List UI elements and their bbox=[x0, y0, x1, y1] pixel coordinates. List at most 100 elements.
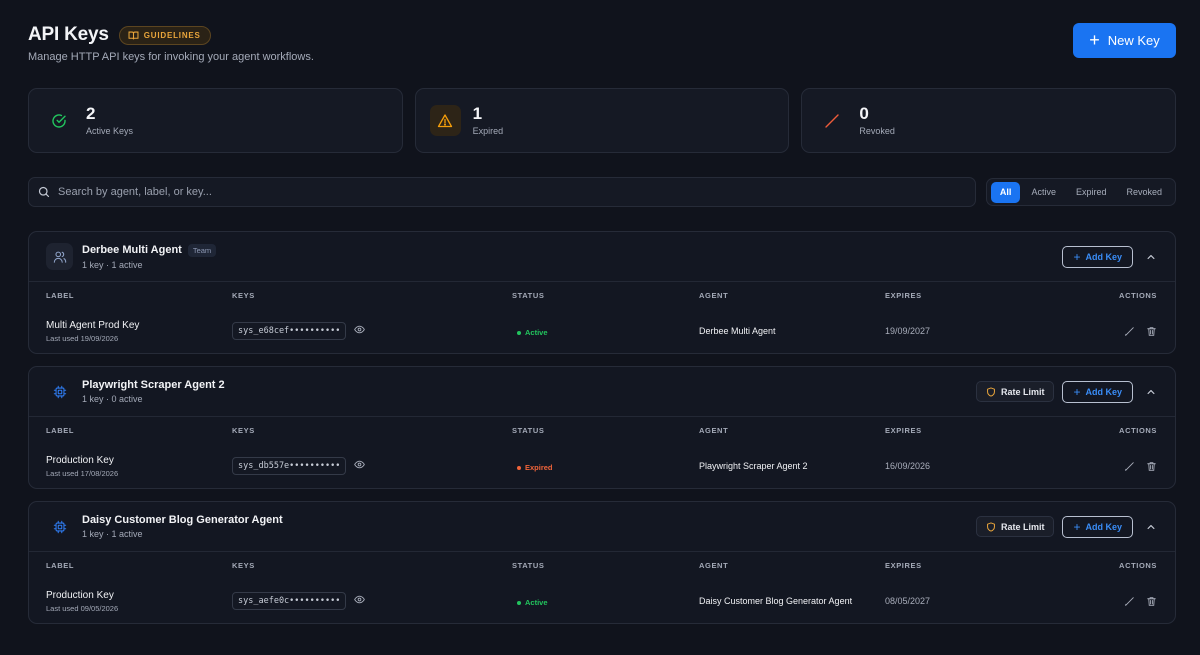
rate-limit-label: Rate Limit bbox=[1000, 521, 1045, 532]
new-key-button[interactable]: + New Key bbox=[1073, 23, 1176, 58]
agent-name-row: Playwright Scraper Agent 2 bbox=[82, 379, 976, 391]
edit-icon[interactable] bbox=[1124, 596, 1135, 607]
agent-name: Playwright Scraper Agent 2 bbox=[82, 379, 225, 391]
cpu-icon bbox=[46, 378, 73, 405]
stat-card-active: 2 Active Keys bbox=[28, 88, 403, 153]
slash-icon bbox=[816, 105, 847, 136]
status-badge: Active bbox=[517, 328, 699, 337]
stat-value: 0 bbox=[859, 103, 869, 123]
label-cell: Production Key Last used 09/05/2026 bbox=[46, 590, 232, 613]
filter-expired[interactable]: Expired bbox=[1067, 182, 1116, 203]
rate-limit-button[interactable]: Rate Limit bbox=[975, 516, 1055, 537]
stat-value: 1 bbox=[472, 103, 483, 123]
add-key-button[interactable]: + Add Key bbox=[1062, 380, 1133, 403]
col-status: STATUS bbox=[512, 426, 545, 435]
column-headers: LABEL KEYS STATUS AGENT EXPIRES ACTIONS bbox=[29, 417, 1175, 444]
agent-cell: Playwright Scraper Agent 2 bbox=[699, 461, 808, 471]
agent-cell: Derbee Multi Agent bbox=[699, 326, 776, 336]
new-key-label: New Key bbox=[1107, 33, 1160, 48]
chevron-up-icon[interactable] bbox=[1143, 384, 1159, 400]
table-row: Production Key Last used 09/05/2026 sys_… bbox=[29, 579, 1175, 623]
agent-groups: Derbee Multi Agent Team 1 key · 1 active… bbox=[28, 231, 1176, 624]
status-dot bbox=[517, 330, 521, 335]
add-key-button[interactable]: + Add Key bbox=[1062, 245, 1133, 268]
masked-key[interactable]: sys_db557e•••••••••• bbox=[232, 457, 347, 475]
masked-key[interactable]: sys_e68cef•••••••••• bbox=[232, 322, 347, 340]
actions-cell bbox=[1097, 461, 1157, 472]
status-badge: Active bbox=[517, 598, 699, 607]
rate-limit-label: Rate Limit bbox=[1000, 386, 1045, 397]
last-used: Last used 09/05/2026 bbox=[46, 603, 119, 613]
last-used: Last used 17/08/2026 bbox=[46, 468, 119, 478]
agent-meta: 1 key · 1 active bbox=[82, 259, 143, 270]
search-box bbox=[28, 177, 976, 207]
key-cell: sys_e68cef•••••••••• bbox=[232, 322, 512, 340]
agent-info: Daisy Customer Blog Generator Agent 1 ke… bbox=[82, 514, 976, 539]
agent-info: Derbee Multi Agent Team 1 key · 1 active bbox=[82, 243, 1062, 270]
status-cell: Active bbox=[512, 325, 699, 337]
stats-row: 2 Active Keys 1 Expired 0 Revoked bbox=[28, 88, 1177, 153]
group-actions: + Add Key bbox=[1062, 245, 1159, 268]
stat-card-revoked: 0 Revoked bbox=[801, 88, 1177, 153]
agent-info: Playwright Scraper Agent 2 1 key · 0 act… bbox=[82, 379, 976, 404]
col-keys: KEYS bbox=[232, 291, 255, 300]
agent-group-header: Derbee Multi Agent Team 1 key · 1 active… bbox=[29, 232, 1175, 282]
key-label: Production Key bbox=[46, 454, 114, 466]
trash-icon[interactable] bbox=[1146, 326, 1157, 337]
expires-cell: 19/09/2027 bbox=[885, 326, 931, 336]
masked-key[interactable]: sys_aefe0c•••••••••• bbox=[232, 592, 347, 610]
page-subtitle: Manage HTTP API keys for invoking your a… bbox=[28, 51, 314, 63]
eye-icon[interactable] bbox=[354, 592, 366, 610]
agent-meta: 1 key · 1 active bbox=[82, 529, 143, 539]
actions-cell bbox=[1097, 596, 1157, 607]
col-label: LABEL bbox=[46, 561, 74, 570]
filter-active[interactable]: Active bbox=[1022, 182, 1065, 203]
agent-meta: 1 key · 0 active bbox=[82, 394, 143, 404]
key-cell: sys_aefe0c•••••••••• bbox=[232, 592, 512, 610]
trash-icon[interactable] bbox=[1146, 596, 1157, 607]
edit-icon[interactable] bbox=[1124, 461, 1135, 472]
book-icon bbox=[128, 30, 139, 41]
search-icon bbox=[38, 186, 50, 198]
column-headers: LABEL KEYS STATUS AGENT EXPIRES ACTIONS bbox=[29, 552, 1175, 579]
key-cell: sys_db557e•••••••••• bbox=[232, 457, 512, 475]
add-key-label: Add Key bbox=[1085, 386, 1122, 397]
group-actions: Rate Limit + Add Key bbox=[975, 380, 1159, 403]
stat-card-expired: 1 Expired bbox=[414, 88, 790, 153]
column-headers: LABEL KEYS STATUS AGENT EXPIRES ACTIONS bbox=[29, 282, 1175, 309]
agent-name-row: Derbee Multi Agent Team bbox=[82, 243, 1062, 257]
last-used: Last used 19/09/2026 bbox=[46, 333, 119, 343]
col-expires: EXPIRES bbox=[885, 426, 922, 435]
status-badge: Expired bbox=[517, 463, 699, 472]
rate-limit-button[interactable]: Rate Limit bbox=[975, 381, 1055, 402]
guidelines-badge[interactable]: GUIDELINES bbox=[118, 25, 211, 45]
table-row: Production Key Last used 17/08/2026 sys_… bbox=[29, 444, 1175, 488]
shield-icon bbox=[986, 521, 996, 532]
stat-label: Expired bbox=[472, 126, 504, 137]
edit-icon[interactable] bbox=[1124, 326, 1135, 337]
trash-icon[interactable] bbox=[1146, 461, 1157, 472]
add-key-button[interactable]: + Add Key bbox=[1062, 515, 1133, 538]
filter-revoked[interactable]: Revoked bbox=[1117, 182, 1171, 203]
stat-label: Revoked bbox=[859, 126, 895, 137]
page-title: API Keys bbox=[28, 24, 109, 45]
chevron-up-icon[interactable] bbox=[1143, 249, 1159, 265]
eye-icon[interactable] bbox=[354, 322, 366, 340]
search-input[interactable] bbox=[58, 186, 975, 198]
label-cell: Production Key Last used 17/08/2026 bbox=[46, 455, 232, 478]
chevron-up-icon[interactable] bbox=[1143, 519, 1159, 535]
expires-cell: 16/09/2026 bbox=[885, 461, 931, 471]
plus-icon: + bbox=[1073, 519, 1081, 534]
agent-name-row: Daisy Customer Blog Generator Agent bbox=[82, 514, 976, 526]
col-actions: ACTIONS bbox=[1119, 291, 1157, 300]
agent-group: Playwright Scraper Agent 2 1 key · 0 act… bbox=[28, 366, 1176, 489]
agent-group-header: Daisy Customer Blog Generator Agent 1 ke… bbox=[29, 502, 1175, 552]
col-agent: AGENT bbox=[699, 426, 729, 435]
filter-all[interactable]: All bbox=[990, 181, 1021, 203]
warning-icon bbox=[429, 105, 461, 136]
cpu-icon bbox=[46, 513, 73, 540]
add-key-label: Add Key bbox=[1085, 521, 1122, 532]
agent-cell: Daisy Customer Blog Generator Agent bbox=[699, 596, 853, 606]
agent-group: Daisy Customer Blog Generator Agent 1 ke… bbox=[28, 501, 1176, 624]
eye-icon[interactable] bbox=[354, 457, 366, 475]
